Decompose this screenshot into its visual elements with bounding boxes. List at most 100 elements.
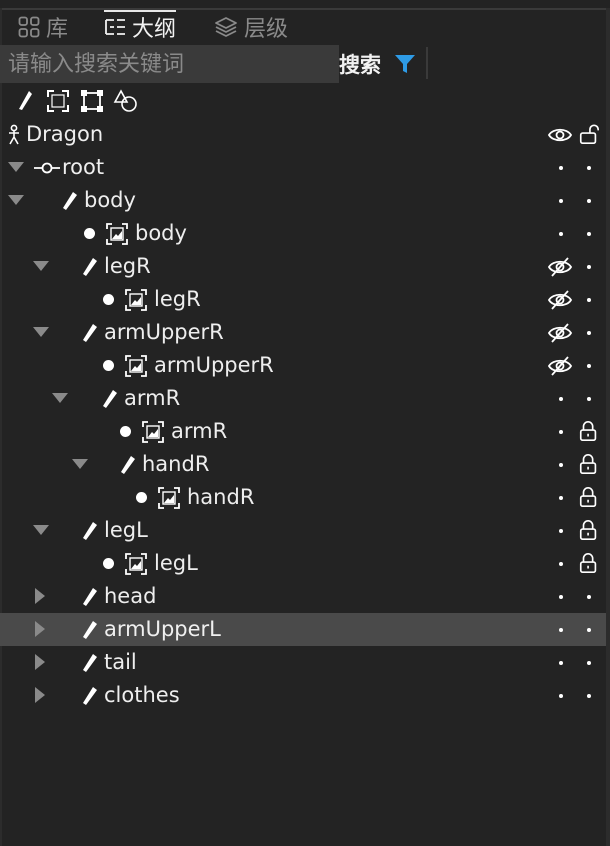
tree-row-label: armR [124, 386, 181, 410]
unlock-icon[interactable] [578, 122, 600, 146]
bone-icon [103, 390, 117, 408]
visibility-toggle[interactable] [559, 529, 563, 533]
select-box-icon[interactable] [79, 88, 105, 114]
shapes-icon[interactable] [113, 88, 139, 114]
eye-off-icon[interactable] [548, 321, 572, 345]
visibility-toggle[interactable] [559, 661, 563, 665]
tree-row-armature[interactable]: Dragon [0, 118, 606, 151]
tab-outline[interactable]: 大纲 [104, 10, 177, 44]
tree-row-label: armUpperL [104, 617, 221, 641]
visibility-toggle[interactable] [559, 694, 563, 698]
eye-off-icon[interactable] [548, 288, 572, 312]
visibility-toggle[interactable] [559, 199, 563, 203]
tree-row-slot[interactable]: armR [0, 415, 606, 448]
tree-row-label: head [104, 584, 157, 608]
visibility-toggle[interactable] [559, 430, 563, 434]
expand-toggle[interactable] [33, 327, 49, 337]
lock-toggle[interactable] [587, 298, 591, 302]
bone-icon [83, 588, 97, 606]
tree-row-bone[interactable]: armUpperL [0, 613, 606, 646]
tree-row-bone[interactable]: handR [0, 448, 606, 481]
lock-toggle[interactable] [587, 364, 591, 368]
bone-icon [63, 192, 77, 210]
expand-toggle[interactable] [35, 687, 45, 703]
slot-dot [120, 426, 131, 437]
lock-toggle[interactable] [587, 199, 591, 203]
tree-row-bone[interactable]: armR [0, 382, 606, 415]
expand-toggle[interactable] [52, 393, 68, 403]
lock-toggle[interactable] [587, 694, 591, 698]
slot-dot [136, 492, 147, 503]
tree-row-slot[interactable]: legR [0, 283, 606, 316]
lock-icon[interactable] [578, 419, 600, 443]
slot-image-icon [142, 421, 164, 443]
tree-row-bone[interactable]: clothes [0, 679, 606, 712]
eye-off-icon[interactable] [548, 255, 572, 279]
lock-icon[interactable] [578, 485, 600, 509]
tree-row-bone[interactable]: legR [0, 250, 606, 283]
tab-library[interactable]: 库 [18, 10, 68, 44]
lock-icon[interactable] [578, 551, 600, 575]
lock-toggle[interactable] [587, 166, 591, 170]
tree-row-bone[interactable]: head [0, 580, 606, 613]
expand-toggle[interactable] [72, 459, 88, 469]
lock-toggle[interactable] [587, 595, 591, 599]
lock-icon[interactable] [578, 518, 600, 542]
visibility-toggle[interactable] [559, 496, 563, 500]
bone-icon [121, 456, 135, 474]
tree-row-slot[interactable]: legL [0, 547, 606, 580]
expand-toggle[interactable] [8, 195, 24, 205]
visibility-toggle[interactable] [559, 232, 563, 236]
expand-toggle[interactable] [35, 654, 45, 670]
fit-frame-icon[interactable] [45, 88, 71, 114]
lock-toggle[interactable] [587, 628, 591, 632]
tree-row-label: armUpperR [154, 353, 274, 377]
bone-icon [83, 621, 97, 639]
slot-image-icon [125, 289, 147, 311]
panel-scrollbar-track[interactable] [606, 8, 610, 846]
bone-icon [83, 258, 97, 276]
tree-row-root[interactable]: root [0, 151, 606, 184]
lock-toggle[interactable] [587, 232, 591, 236]
visibility-toggle[interactable] [559, 166, 563, 170]
lock-toggle[interactable] [587, 397, 591, 401]
tree-row-bone[interactable]: tail [0, 646, 606, 679]
expand-toggle[interactable] [33, 525, 49, 535]
tree-row-bone[interactable]: body [0, 184, 606, 217]
lock-toggle[interactable] [587, 265, 591, 269]
visibility-toggle[interactable] [559, 397, 563, 401]
tree-row-label: handR [187, 485, 255, 509]
tree-row-slot[interactable]: handR [0, 481, 606, 514]
lock-toggle[interactable] [587, 331, 591, 335]
layers-icon [215, 17, 237, 37]
lock-toggle[interactable] [587, 661, 591, 665]
tree-row-label: body [84, 188, 136, 212]
eye-icon[interactable] [548, 123, 572, 147]
expand-toggle[interactable] [35, 588, 45, 604]
visibility-toggle[interactable] [559, 628, 563, 632]
filter-icon[interactable] [393, 52, 417, 76]
bone-icon [83, 687, 97, 705]
visibility-toggle[interactable] [559, 562, 563, 566]
tree-row-slot[interactable]: armUpperR [0, 349, 606, 382]
tree-row-label: legR [104, 254, 151, 278]
search-input[interactable] [0, 45, 339, 83]
slot-image-icon [125, 553, 147, 575]
tab-layers[interactable]: 层级 [214, 10, 288, 44]
expand-toggle[interactable] [35, 621, 45, 637]
lock-icon[interactable] [578, 452, 600, 476]
tree-row-bone[interactable]: armUpperR [0, 316, 606, 349]
expand-toggle[interactable] [33, 261, 49, 271]
tree-row-label: Dragon [26, 122, 104, 146]
search-button[interactable]: 搜索 [339, 49, 381, 79]
outline-list-icon [105, 19, 125, 35]
tree-row-slot[interactable]: body [0, 217, 606, 250]
grid-icon [18, 16, 40, 38]
eye-off-icon[interactable] [548, 354, 572, 378]
root-bone-icon [34, 162, 60, 174]
expand-toggle[interactable] [8, 162, 24, 172]
tree-row-bone[interactable]: legL [0, 514, 606, 547]
bone-tool-icon[interactable] [12, 88, 38, 114]
visibility-toggle[interactable] [559, 595, 563, 599]
visibility-toggle[interactable] [559, 463, 563, 467]
